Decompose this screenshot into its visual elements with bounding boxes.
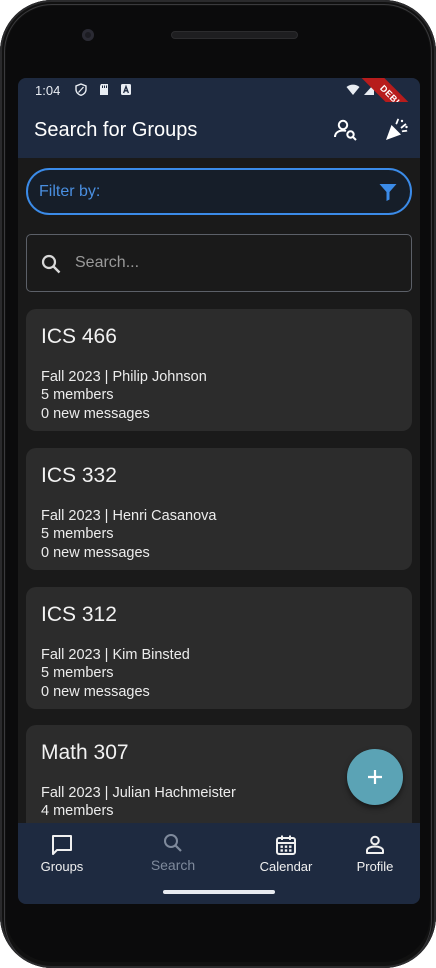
group-members: 5 members <box>41 526 114 542</box>
group-messages: 0 new messages <box>41 545 150 561</box>
add-group-button[interactable] <box>347 749 403 805</box>
person-search-icon[interactable] <box>332 116 360 144</box>
group-card[interactable]: ICS 332 Fall 2023 | Henri Casanova 5 mem… <box>26 448 412 570</box>
group-messages: 0 new messages <box>41 406 150 422</box>
phone-frame: 1:04 DEBUG Search for Groups Filter by: … <box>0 0 436 968</box>
group-semester-instructor: Fall 2023 | Julian Hachmeister <box>41 785 236 801</box>
group-card[interactable]: ICS 466 Fall 2023 | Philip Johnson 5 mem… <box>26 309 412 431</box>
status-bar: 1:04 DEBUG <box>18 78 420 148</box>
nav-label-groups: Groups <box>40 859 84 874</box>
group-members: 5 members <box>41 665 114 681</box>
group-semester-instructor: Fall 2023 | Philip Johnson <box>41 369 207 385</box>
group-title: ICS 332 <box>41 464 117 487</box>
chat-bubble-icon <box>52 835 72 855</box>
group-title: ICS 466 <box>41 325 117 348</box>
nav-label-search: Search <box>150 857 196 873</box>
app-screen: 1:04 DEBUG Search for Groups Filter by: … <box>18 78 420 904</box>
calendar-icon <box>276 835 296 855</box>
group-messages: 0 new messages <box>41 684 150 700</box>
group-semester-instructor: Fall 2023 | Kim Binsted <box>41 647 190 663</box>
front-camera <box>82 29 94 41</box>
wifi-icon <box>346 84 360 95</box>
profile-icon <box>366 835 384 854</box>
group-title: Math 307 <box>41 741 129 764</box>
bottom-navigation: Groups Search Calendar Profile <box>18 823 420 904</box>
filter-icon <box>379 184 397 201</box>
filter-dropdown[interactable]: Filter by: <box>26 168 412 215</box>
search-icon <box>164 834 182 852</box>
add-icon <box>368 770 382 784</box>
group-members: 5 members <box>41 387 114 403</box>
filter-label: Filter by: <box>39 183 101 200</box>
group-semester-instructor: Fall 2023 | Henri Casanova <box>41 508 217 524</box>
earpiece-speaker <box>171 31 298 39</box>
nav-label-calendar: Calendar <box>259 859 313 874</box>
celebration-icon[interactable] <box>382 116 410 144</box>
nav-item-profile[interactable]: Profile <box>330 823 420 883</box>
home-indicator[interactable] <box>163 890 275 894</box>
shield-icon <box>75 83 87 96</box>
nav-label-profile: Profile <box>356 859 394 874</box>
search-icon <box>41 254 61 274</box>
search-field[interactable] <box>26 234 412 292</box>
sd-card-icon <box>100 84 108 95</box>
group-title: ICS 312 <box>41 603 117 626</box>
page-title: Search for Groups <box>34 119 198 141</box>
nav-item-groups[interactable]: Groups <box>18 823 107 883</box>
group-members: 4 members <box>41 803 114 819</box>
group-card[interactable]: ICS 312 Fall 2023 | Kim Binsted 5 member… <box>26 587 412 709</box>
search-input[interactable] <box>75 252 375 274</box>
nav-item-calendar[interactable]: Calendar <box>241 823 331 883</box>
nav-item-search[interactable]: Search <box>128 823 218 883</box>
app-bar: Search for Groups <box>18 102 420 158</box>
accessibility-a-icon <box>121 84 131 95</box>
status-time: 1:04 <box>35 83 61 98</box>
